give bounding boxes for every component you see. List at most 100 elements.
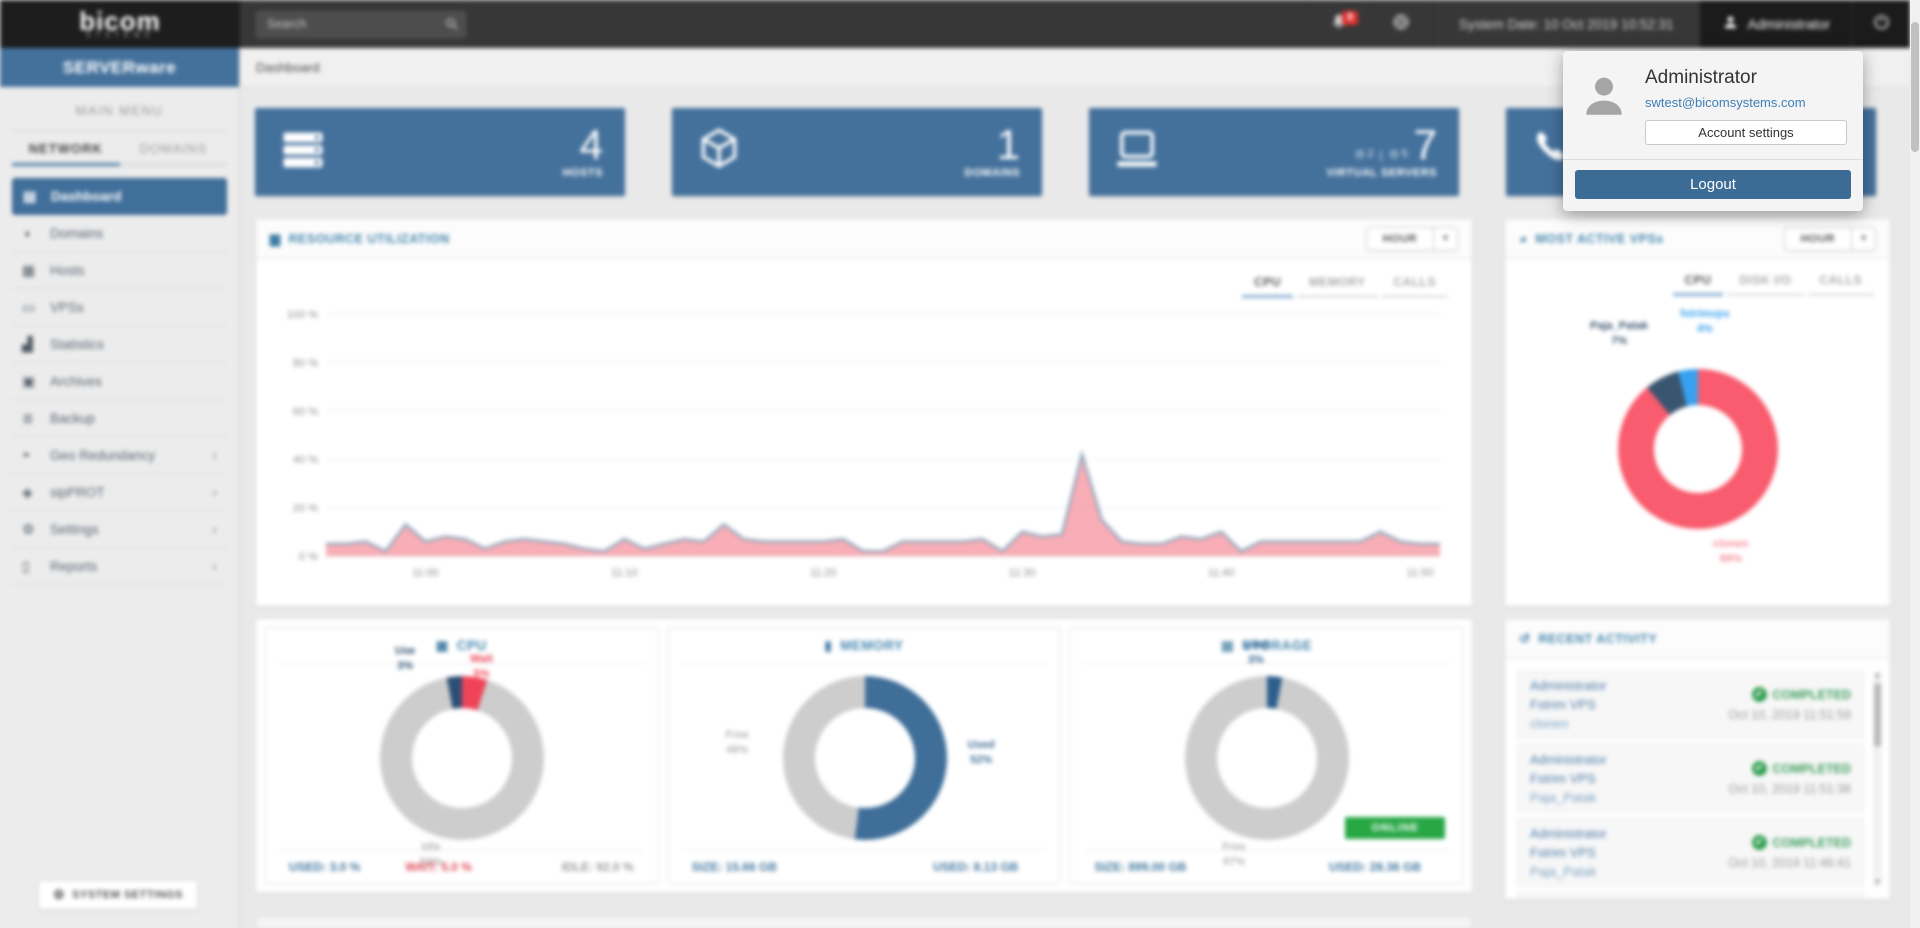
sidebar-item-sipprot[interactable]: ◈ sipPROT › — [12, 474, 227, 511]
activity-target: Paja_Patak — [1530, 864, 1607, 879]
memory-icon: ▮ — [825, 638, 833, 654]
chevron-down-icon[interactable]: ▾ — [1851, 228, 1875, 250]
storage-size-stat: SIZE: 899.00 GB — [1094, 860, 1186, 874]
sidebar-item-dashboard[interactable]: ▤ Dashboard — [12, 178, 227, 215]
ru-tab-calls[interactable]: CALLS — [1382, 275, 1449, 298]
user-menu-button[interactable]: Administrator — [1700, 0, 1852, 48]
resource-utilization-chart: 0 %20 %40 %60 %80 %100 %11:0011:1011:201… — [274, 302, 1454, 584]
stat-card-domains[interactable]: 1 DOMAINS — [672, 108, 1042, 196]
sidebar-item-reports[interactable]: ▯ Reports › — [12, 548, 227, 585]
page-scrollbar[interactable] — [1910, 0, 1920, 928]
chart-icon: ▆ — [270, 231, 281, 247]
logo[interactable]: bicom SYSTEMS — [0, 0, 240, 48]
most-active-vps-panel: ◕ MOST ACTIVE VPSs HOUR ▾ CPU DISK I/O C… — [1504, 218, 1891, 607]
storage-used-stat: USED: 28.36 GB — [1329, 860, 1421, 874]
mav-range-value[interactable]: HOUR — [1785, 228, 1851, 250]
ru-range-value[interactable]: HOUR — [1367, 228, 1433, 250]
avatar — [1579, 67, 1629, 125]
sidebar-item-label: Reports — [50, 559, 97, 574]
notifications-button[interactable]: 8 — [1308, 0, 1370, 48]
reports-icon: ▯ — [22, 558, 50, 575]
system-settings-button[interactable]: ⚙ SYSTEM SETTINGS — [38, 880, 198, 910]
scroll-down-icon[interactable]: ▼ — [1873, 879, 1882, 886]
history-icon: ↺ — [1519, 631, 1530, 647]
stat-card-hosts[interactable]: 4 HOSTS — [255, 108, 625, 196]
activity-row[interactable]: Administrator Fstrim VPS Paja_Patak ✔ CO… — [1517, 818, 1864, 887]
user-email-link[interactable]: swtest@bicomsystems.com — [1645, 95, 1847, 110]
svg-text:20 %: 20 % — [293, 503, 318, 515]
recent-activity-list: Administrator Fstrim VPS clonen ✔ COMPLE… — [1505, 660, 1890, 899]
sidebar-item-label: sipPROT — [50, 485, 105, 500]
domains-label: DOMAINS — [965, 167, 1020, 179]
sidebar-item-label: Backup — [50, 411, 95, 426]
sidebar-item-domains[interactable]: ◑ Domains — [12, 215, 227, 252]
svg-text:40 %: 40 % — [293, 454, 318, 466]
dashboard-icon: ▤ — [23, 188, 51, 205]
virtual-servers-label: VIRTUAL SERVERS — [1327, 167, 1437, 179]
gear-icon: ⚙ — [53, 887, 65, 903]
activity-target: clonen — [1530, 716, 1607, 731]
user-label: Administrator — [1748, 16, 1830, 32]
tab-network[interactable]: NETWORK — [12, 141, 120, 166]
activity-row[interactable]: Administrator — [1517, 892, 1864, 900]
search-icon[interactable] — [444, 16, 460, 37]
account-settings-button[interactable]: Account settings — [1645, 120, 1847, 145]
chevron-right-icon: › — [212, 447, 217, 464]
gears-icon: ⚙ — [22, 521, 50, 538]
domains-icon: ◑ — [22, 225, 50, 241]
logout-power-button[interactable] — [1852, 0, 1910, 48]
sidebar-item-statistics[interactable]: ▟ Statistics — [12, 326, 227, 363]
activity-row[interactable]: Administrator Fstrim VPS clonen ✔ COMPLE… — [1517, 670, 1864, 739]
support-button[interactable] — [1370, 0, 1432, 48]
mav-paja-patak-label: Paja_Patak7% — [1590, 319, 1648, 349]
cpu-card: ▦ CPU Use3% Wait5% Idle92% — [264, 627, 659, 884]
chevron-right-icon: › — [212, 484, 217, 501]
sidebar-item-label: Archives — [50, 374, 102, 389]
cube-icon — [694, 125, 758, 180]
activity-target: Paja_Patak — [1530, 790, 1607, 805]
chevron-down-icon[interactable]: ▾ — [1433, 228, 1457, 250]
stat-card-virtual-servers[interactable]: 2 | 5 7 VIRTUAL SERVERS — [1089, 108, 1459, 196]
sidebar-item-hosts[interactable]: ▦ Hosts — [12, 252, 227, 289]
page-scrollbar-thumb[interactable] — [1911, 22, 1919, 152]
resource-donut-cards: ▦ CPU Use3% Wait5% Idle92% — [255, 618, 1473, 893]
mav-range-select: HOUR ▾ — [1784, 227, 1876, 251]
svg-text:60 %: 60 % — [293, 406, 318, 418]
resource-utilization-title: RESOURCE UTILIZATION — [289, 232, 450, 246]
servers-icon — [277, 124, 341, 181]
activity-timestamp: Oct 10, 2019 11:51:38 — [1728, 782, 1851, 796]
activity-action: Fstrim VPS — [1530, 845, 1607, 860]
activity-scrollbar[interactable]: ▲ ▼ — [1873, 671, 1882, 887]
sidebar-item-backup[interactable]: ≣ Backup — [12, 400, 227, 437]
scroll-up-icon[interactable]: ▲ — [1873, 672, 1882, 679]
activity-row[interactable]: Administrator Fstrim VPS Paja_Patak ✔ CO… — [1517, 744, 1864, 813]
svg-text:11:00: 11:00 — [412, 567, 439, 579]
svg-text:0 %: 0 % — [299, 551, 318, 563]
check-icon: ✔ — [1752, 835, 1767, 850]
tab-domains[interactable]: DOMAINS — [120, 141, 228, 166]
ru-tab-cpu[interactable]: CPU — [1242, 275, 1293, 298]
sidebar-item-label: Settings — [50, 522, 99, 537]
scrollbar-thumb[interactable] — [1874, 683, 1881, 747]
storage-icon: ▤ — [1221, 638, 1234, 654]
user-dropdown-menu: Administrator swtest@bicomsystems.com Ac… — [1563, 51, 1863, 211]
ru-tab-memory[interactable]: MEMORY — [1297, 275, 1378, 298]
sidebar-item-vpss[interactable]: ▭ VPSs — [12, 289, 227, 326]
recent-activity-title: RECENT ACTIVITY — [1538, 632, 1657, 646]
svg-text:100 %: 100 % — [287, 309, 318, 321]
search-input[interactable] — [256, 11, 466, 38]
memory-card-title: MEMORY — [840, 638, 903, 653]
sidebar-item-archives[interactable]: ▣ Archives — [12, 363, 227, 400]
statistics-icon: ▟ — [22, 336, 50, 353]
sidebar-item-geo-redundancy[interactable]: ◓ Geo Redundancy › — [12, 437, 227, 474]
sidebar-item-settings[interactable]: ⚙ Settings › — [12, 511, 227, 548]
check-icon: ✔ — [1752, 761, 1767, 776]
cpu-wait-stat: WAIT: 5.0 % — [405, 860, 472, 874]
notification-badge: 8 — [1342, 11, 1358, 25]
hosts-count: 4 — [580, 125, 603, 165]
logout-button[interactable]: Logout — [1575, 170, 1851, 199]
svg-text:11:10: 11:10 — [611, 567, 638, 579]
shield-icon: ◈ — [22, 484, 50, 501]
activity-timestamp: Oct 10, 2019 11:46:41 — [1728, 856, 1851, 870]
logo-text: bicom — [79, 10, 161, 32]
